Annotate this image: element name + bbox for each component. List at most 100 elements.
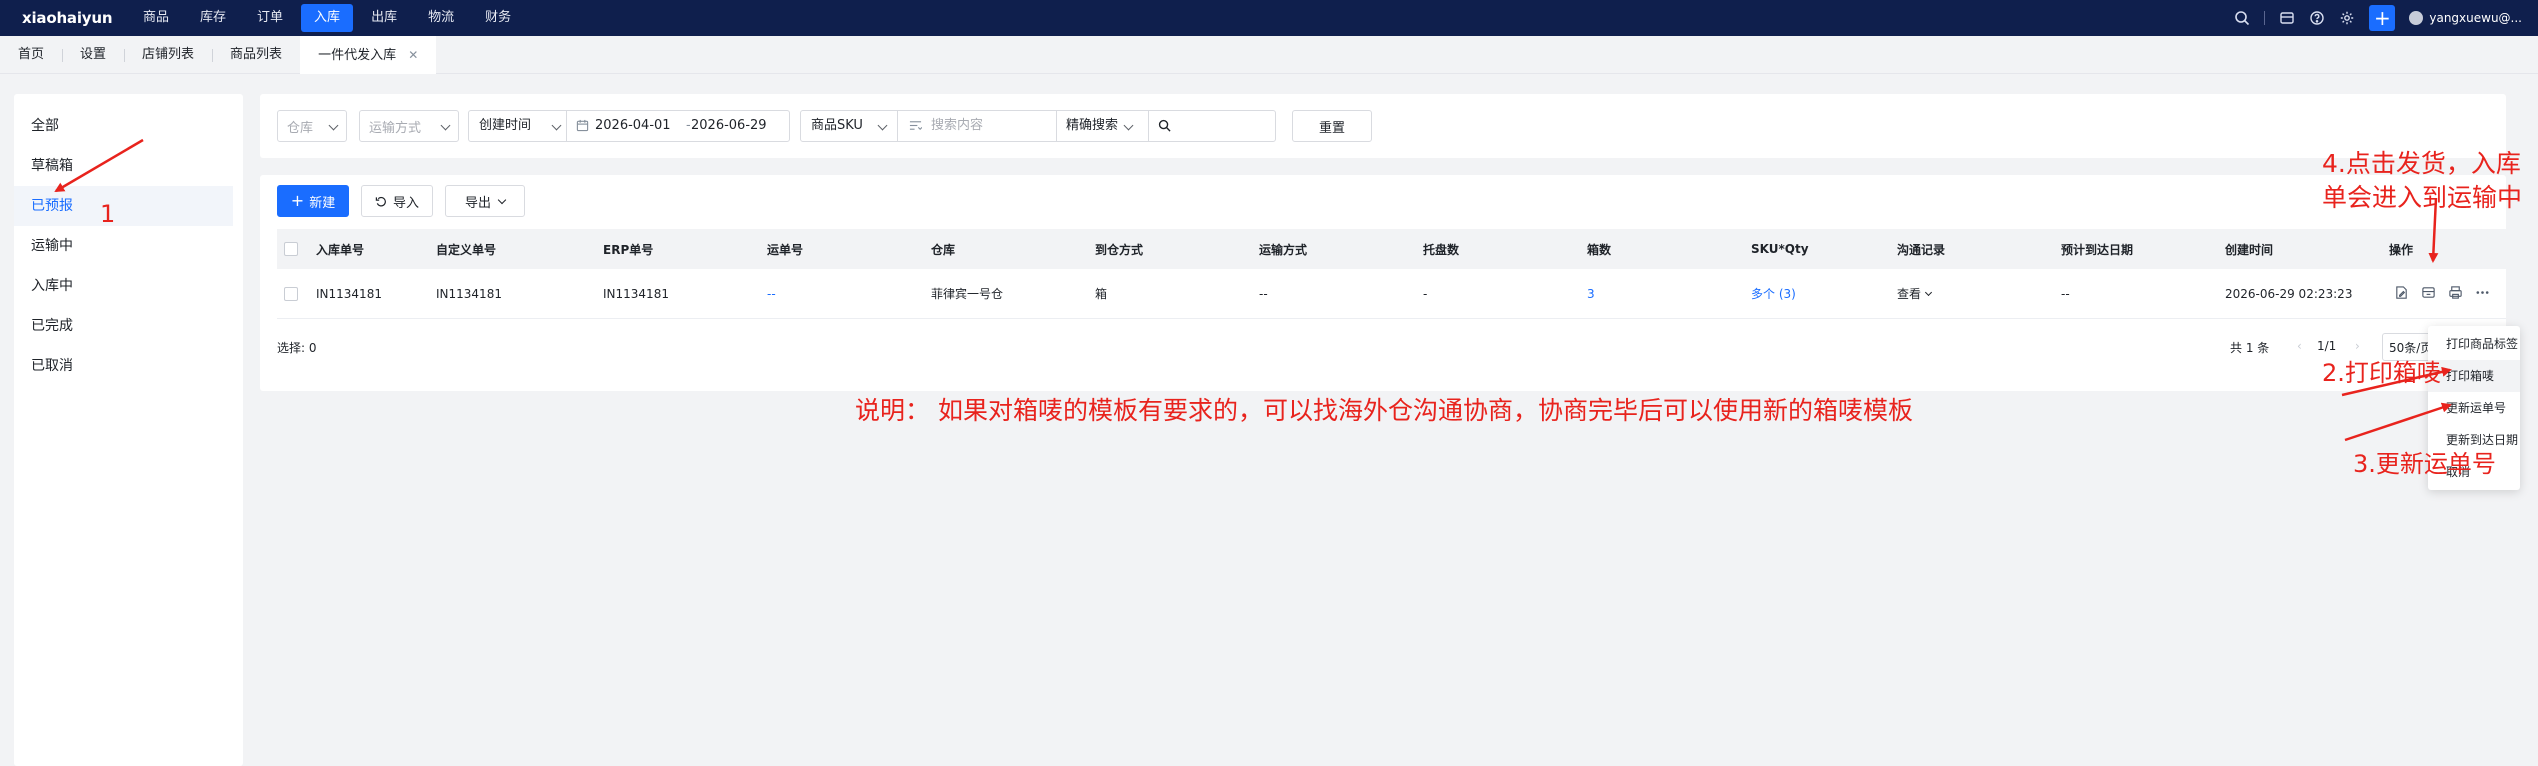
gear-icon[interactable] xyxy=(2339,10,2355,26)
col-eta: 预计到达日期 xyxy=(2061,242,2134,257)
tab-home[interactable]: 首页 xyxy=(0,36,62,74)
search-filter: 商品SKU 搜索内容 精确搜索 xyxy=(800,110,1276,142)
tab-store-list[interactable]: 店铺列表 xyxy=(124,36,212,74)
search-field-select[interactable]: 商品SKU xyxy=(811,111,863,141)
reset-button[interactable]: 重置 xyxy=(1292,110,1372,142)
plus-icon: + xyxy=(290,191,305,210)
select-all-checkbox[interactable] xyxy=(284,242,298,256)
col-communication: 沟通记录 xyxy=(1897,242,1946,257)
date-end-input[interactable]: 2026-06-29 xyxy=(691,111,767,141)
cell-actions xyxy=(2394,269,2490,318)
cell-warehouse: 菲律宾一号仓 xyxy=(931,287,1004,301)
top-nav: xiaohaiyun 商品 库存 订单 入库 出库 物流 财务 + yangxu… xyxy=(0,0,2538,36)
cell-waybill-no[interactable]: -- xyxy=(767,269,776,318)
total-count: 共 1 条 xyxy=(2230,341,2270,355)
annotation-step-4: 4.点击发货，入库单会进入到运输中 xyxy=(2322,149,2523,212)
export-button[interactable]: 导出 xyxy=(445,185,525,217)
edit-doc-icon[interactable] xyxy=(2394,285,2409,303)
warehouse-select-label: 仓库 xyxy=(287,120,314,136)
chevron-down-icon xyxy=(1924,288,1933,296)
nav-item-outbound[interactable]: 出库 xyxy=(358,4,410,32)
close-icon[interactable]: ✕ xyxy=(408,48,418,62)
nav-item-finance[interactable]: 财务 xyxy=(472,4,524,32)
sidebar-item-in-transit[interactable]: 运输中 xyxy=(14,226,233,266)
user-menu[interactable]: yangxuewu@... xyxy=(2409,11,2522,25)
chevron-down-icon xyxy=(497,195,507,204)
search-icon[interactable] xyxy=(2234,10,2250,26)
date-start-input[interactable]: 2026-04-01 xyxy=(595,111,671,141)
more-icon[interactable] xyxy=(2475,285,2490,303)
annotation-note: 说明： 如果对箱唛的模板有要求的，可以找海外仓沟通协商，协商完毕后可以使用新的箱… xyxy=(855,396,1913,425)
row-checkbox[interactable] xyxy=(284,286,298,301)
table-header: 入库单号 自定义单号 ERP单号 运单号 仓库 到仓方式 运输方式 托盘数 箱数… xyxy=(277,229,2506,269)
chevron-down-icon xyxy=(328,120,339,131)
menu-item-print-product-labels[interactable]: 打印商品标签 xyxy=(2428,328,2520,360)
table-row[interactable]: IN1134181 IN1134181 IN1134181 -- 菲律宾一号仓 … xyxy=(277,269,2506,319)
divider xyxy=(1148,111,1149,141)
sidebar-item-forecasted[interactable]: 已预报 xyxy=(14,186,233,226)
annotation-step-1: 1 xyxy=(100,200,116,228)
next-page-icon[interactable]: › xyxy=(2355,339,2360,353)
help-icon[interactable] xyxy=(2309,10,2325,26)
date-range-filter: 创建时间 2026-04-01 - 2026-06-29 xyxy=(468,110,790,142)
col-erp-no: ERP单号 xyxy=(603,242,654,257)
tab-product-list[interactable]: 商品列表 xyxy=(212,36,300,74)
divider xyxy=(1056,111,1057,141)
nav-item-orders[interactable]: 订单 xyxy=(244,4,296,32)
search-button[interactable] xyxy=(1158,119,1171,133)
import-button[interactable]: 导入 xyxy=(361,185,433,217)
add-button[interactable]: + xyxy=(2369,5,2396,31)
annotation-step-2: 2.打印箱唛 xyxy=(2322,359,2441,387)
col-boxes: 箱数 xyxy=(1587,242,1612,257)
date-type-select[interactable]: 创建时间 xyxy=(479,111,531,141)
warehouse-select[interactable]: 仓库 xyxy=(277,110,347,142)
page-indicator: 1/1 xyxy=(2317,339,2337,353)
nav-item-logistics[interactable]: 物流 xyxy=(415,4,467,32)
filter-panel: 仓库 运输方式 创建时间 2026-04-01 - 2026-06-29 商品S… xyxy=(260,94,2506,158)
sidebar-item-drafts[interactable]: 草稿箱 xyxy=(14,146,233,186)
chevron-down-icon xyxy=(440,120,451,131)
nav-item-inbound[interactable]: 入库 xyxy=(301,4,354,32)
sidebar-item-all[interactable]: 全部 xyxy=(14,106,233,146)
annotation-step-3: 3.更新运单号 xyxy=(2353,450,2496,478)
col-sku-qty: SKU*Qty xyxy=(1751,242,1809,256)
tab-label: 一件代发入库 xyxy=(318,47,397,63)
col-inbound-no: 入库单号 xyxy=(316,242,365,257)
col-pallets: 托盘数 xyxy=(1423,242,1460,257)
col-arrival-method: 到仓方式 xyxy=(1095,242,1144,257)
cell-shipping-method: -- xyxy=(1259,286,1268,301)
sidebar-item-completed[interactable]: 已完成 xyxy=(14,306,233,346)
import-button-label: 导入 xyxy=(392,195,419,211)
menu-item-update-waybill[interactable]: 更新运单号 xyxy=(2428,392,2520,424)
cell-boxes[interactable]: 3 xyxy=(1587,269,1595,318)
cell-communication[interactable]: 查看 xyxy=(1897,269,1933,318)
tab-settings[interactable]: 设置 xyxy=(62,36,124,74)
col-shipping-method: 运输方式 xyxy=(1259,242,1308,257)
status-sidebar: 全部 草稿箱 已预报 运输中 入库中 已完成 已取消 xyxy=(14,94,243,766)
cell-arrival-method: 箱 xyxy=(1095,287,1108,301)
cell-sku-qty[interactable]: 多个 (3) xyxy=(1751,269,1796,318)
menu-item-print-box-labels[interactable]: 打印箱唛 xyxy=(2428,360,2520,392)
view-link: 查看 xyxy=(1897,287,1922,301)
export-button-label: 导出 xyxy=(464,195,491,211)
search-input[interactable]: 搜索内容 xyxy=(931,111,983,141)
sidebar-item-cancelled[interactable]: 已取消 xyxy=(14,346,233,386)
ship-icon[interactable] xyxy=(2421,285,2436,303)
cell-inbound-no: IN1134181 xyxy=(316,286,382,301)
tab-dropship-inbound[interactable]: 一件代发入库 ✕ xyxy=(300,35,437,74)
prev-page-icon[interactable]: ‹ xyxy=(2297,339,2302,353)
match-mode-select[interactable]: 精确搜索 xyxy=(1066,111,1118,141)
app-logo[interactable]: xiaohaiyun xyxy=(22,9,130,27)
card-icon[interactable] xyxy=(2279,10,2295,26)
cell-erp-no: IN1134181 xyxy=(603,286,669,301)
sidebar-item-receiving[interactable]: 入库中 xyxy=(14,266,233,306)
nav-item-inventory[interactable]: 库存 xyxy=(187,4,239,32)
divider xyxy=(566,111,567,141)
print-icon[interactable] xyxy=(2448,285,2463,303)
nav-item-products[interactable]: 商品 xyxy=(130,4,182,32)
chevron-down-icon xyxy=(551,120,562,131)
divider xyxy=(2264,11,2266,25)
shipping-method-label: 运输方式 xyxy=(369,120,422,136)
shipping-method-select[interactable]: 运输方式 xyxy=(359,110,459,142)
new-button[interactable]: + 新建 xyxy=(277,185,349,217)
